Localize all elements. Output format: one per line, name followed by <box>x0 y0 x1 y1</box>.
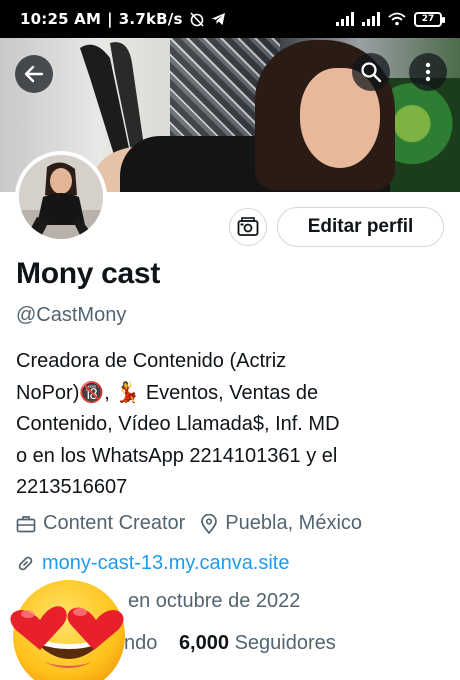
profile-category: Content Creator <box>43 512 186 534</box>
profile-website-link[interactable]: mony-cast-13.my.canva.site <box>42 552 290 575</box>
alarm-off-icon <box>190 12 204 27</box>
back-button[interactable] <box>15 55 53 93</box>
wifi-icon <box>388 12 406 26</box>
status-divider: | <box>107 10 113 28</box>
profile-location: Puebla, México <box>225 512 363 534</box>
bio-line: NoPor)🔞, 💃 Eventos, Ventas de <box>16 381 319 404</box>
briefcase-icon <box>16 515 36 532</box>
more-vertical-icon <box>425 62 431 82</box>
location-pin-icon <box>201 513 218 534</box>
back-arrow-icon <box>24 65 44 83</box>
signal-icon <box>336 12 354 26</box>
signal-icon-2 <box>362 12 380 26</box>
user-handle: @CastMony <box>16 304 127 326</box>
bio-line: 2213516607 <box>16 476 128 498</box>
bio-line: Contenido, Vídeo Llamada$, Inf. MD <box>16 413 340 435</box>
profile-bio: Creadora de Contenido (Actriz NoPor)🔞, 💃… <box>16 346 446 504</box>
bio-line: o en los WhatsApp 2214101361 y el <box>16 444 338 467</box>
edit-profile-button[interactable]: Editar perfil <box>277 207 444 247</box>
profile-joined-date: en octubre de 2022 <box>128 590 301 612</box>
search-icon <box>361 62 382 83</box>
profile-meta-row: Content Creator Puebla, México <box>16 512 362 535</box>
search-button[interactable] <box>352 53 390 91</box>
status-time: 10:25 AM <box>20 10 102 28</box>
link-icon <box>18 556 33 571</box>
battery-level: 27 <box>421 14 435 24</box>
followers-count[interactable]: 6,000 <box>179 632 229 654</box>
professional-tools-icon <box>237 217 259 236</box>
status-right: 27 <box>336 11 445 27</box>
followers-label[interactable]: Seguidores <box>235 632 336 654</box>
profile-website-row: mony-cast-13.my.canva.site <box>16 552 290 575</box>
telegram-icon <box>211 13 225 25</box>
display-name: Mony cast <box>16 257 161 290</box>
more-button[interactable] <box>409 53 447 91</box>
bio-line: Creadora de Contenido (Actriz <box>16 350 287 372</box>
status-bar: 10:25 AM | 3.7kB/s 27 <box>0 0 460 38</box>
avatar[interactable] <box>15 151 107 243</box>
profile-joined-row: en octubre de 2022 <box>128 590 300 613</box>
battery-icon: 27 <box>414 11 445 27</box>
status-left: 10:25 AM | 3.7kB/s <box>20 10 226 28</box>
status-net-speed: 3.7kB/s <box>118 10 183 28</box>
professional-tools-button[interactable] <box>229 208 267 246</box>
heart-eyes-emoji-icon <box>10 580 125 680</box>
avatar-photo <box>19 155 103 239</box>
